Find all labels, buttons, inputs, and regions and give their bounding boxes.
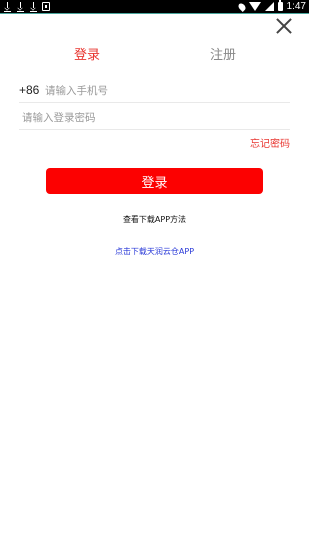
password-input[interactable]: [22, 109, 290, 127]
download-icon: [29, 1, 38, 12]
location-icon: [236, 1, 247, 12]
status-accent-line: [0, 13, 309, 14]
app-notification-icon: [42, 2, 50, 11]
system-icons: 1:47: [236, 0, 306, 13]
forgot-password-link[interactable]: 忘记密码: [250, 135, 290, 150]
download-icon: [16, 1, 25, 12]
download-howto-link[interactable]: 查看下载APP方法: [0, 214, 309, 225]
close-icon[interactable]: [275, 17, 293, 35]
divider: [19, 129, 290, 130]
battery-icon: [277, 0, 283, 11]
clock: 1:47: [286, 1, 306, 12]
tab-login[interactable]: 登录: [74, 44, 100, 63]
wifi-icon: [248, 2, 261, 11]
download-icon: [3, 1, 12, 12]
divider: [19, 102, 290, 103]
phone-input[interactable]: [45, 82, 290, 100]
signal-icon: [264, 2, 274, 11]
download-app-link[interactable]: 点击下载天润云仓APP: [0, 246, 309, 257]
notification-icons: [3, 1, 50, 12]
login-button[interactable]: 登录: [46, 168, 263, 194]
status-bar: 1:47: [0, 0, 309, 13]
tab-register[interactable]: 注册: [210, 44, 236, 63]
country-code: +86: [19, 83, 40, 97]
